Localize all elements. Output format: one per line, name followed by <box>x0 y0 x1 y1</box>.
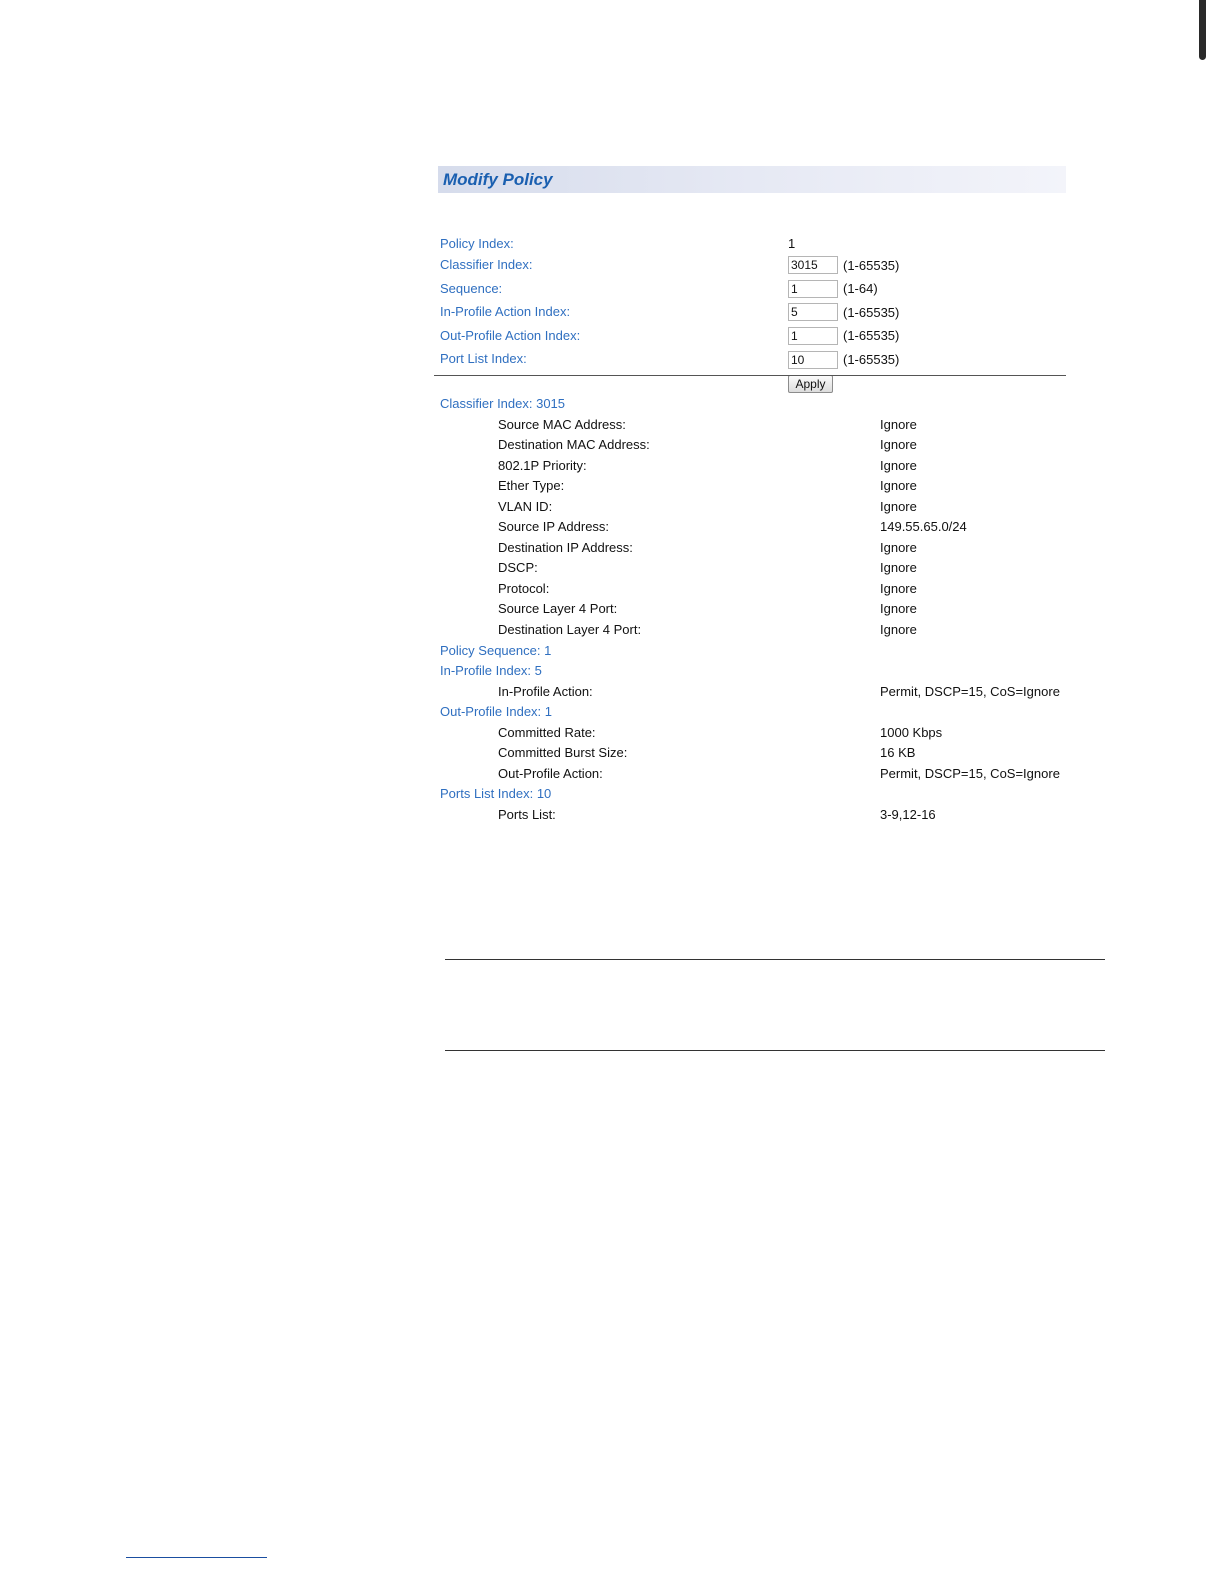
detail-value: Ignore <box>880 457 917 473</box>
detail-row: Protocol: Ignore <box>440 580 1066 601</box>
out-profile-index-header: Out-Profile Index: 1 <box>440 704 552 720</box>
detail-value: Ignore <box>880 622 917 638</box>
detail-key: Committed Burst Size: <box>498 745 628 761</box>
detail-key: DSCP: <box>498 560 538 576</box>
page-edge-tab <box>1199 0 1206 60</box>
out-profile-action-index-range: (1-65535) <box>843 328 900 343</box>
policy-index-value: 1 <box>788 236 796 251</box>
port-list-index-label: Port List Index: <box>440 351 527 366</box>
sequence-label: Sequence: <box>440 281 503 296</box>
detail-row: Ether Type: Ignore <box>440 477 1066 498</box>
ports-list-index-header: Ports List Index: 10 <box>440 786 552 802</box>
classifier-index-range: (1-65535) <box>843 258 900 273</box>
port-list-index-input[interactable] <box>788 351 838 369</box>
note-bottom-rule <box>445 1050 1105 1051</box>
detail-value: Ignore <box>880 560 917 576</box>
modify-policy-panel: Modify Policy Policy Index: 1 Classifier… <box>434 166 1066 822</box>
detail-value: Ignore <box>880 580 917 596</box>
detail-value: 149.55.65.0/24 <box>880 519 967 535</box>
policy-sequence-header: Policy Sequence: 1 <box>440 642 552 658</box>
detail-value: Ignore <box>880 498 917 514</box>
policy-index-label: Policy Index: <box>440 236 514 251</box>
detail-row: VLAN ID: Ignore <box>440 498 1066 519</box>
policy-details: Classifier Index: 3015 Source MAC Addres… <box>440 395 1066 826</box>
detail-key: Ether Type: <box>498 478 565 494</box>
out-profile-action-index-label: Out-Profile Action Index: <box>440 328 581 343</box>
detail-value: 3-9,12-16 <box>880 806 936 822</box>
detail-key: In-Profile Action: <box>498 683 593 699</box>
detail-key: Destination Layer 4 Port: <box>498 622 642 638</box>
detail-row: Destination IP Address: Ignore <box>440 539 1066 560</box>
in-profile-action-index-range: (1-65535) <box>843 305 900 320</box>
detail-key: Destination IP Address: <box>498 539 633 555</box>
detail-row: Ports List: 3-9,12-16 <box>440 806 1066 827</box>
classifier-index-input[interactable] <box>788 256 838 274</box>
out-profile-action-index-input[interactable] <box>788 327 838 345</box>
detail-value: Ignore <box>880 539 917 555</box>
detail-value: Ignore <box>880 416 917 432</box>
detail-row: Committed Rate: 1000 Kbps <box>440 724 1066 745</box>
section-divider <box>434 375 1066 376</box>
detail-value: Ignore <box>880 601 917 617</box>
detail-value: Permit, DSCP=15, CoS=Ignore <box>880 765 1060 781</box>
classifier-index-header: Classifier Index: 3015 <box>440 396 566 411</box>
in-profile-action-index-input[interactable] <box>788 303 838 321</box>
detail-key: Committed Rate: <box>498 724 596 740</box>
footer-link-underline <box>126 1557 267 1558</box>
note-top-rule <box>445 959 1105 960</box>
sequence-range: (1-64) <box>843 281 878 296</box>
panel-title: Modify Policy <box>438 166 1066 193</box>
detail-value: 16 KB <box>880 745 916 761</box>
apply-button[interactable]: Apply <box>788 375 833 393</box>
in-profile-index-header: In-Profile Index: 5 <box>440 663 542 679</box>
detail-key: Source Layer 4 Port: <box>498 601 618 617</box>
in-profile-action-index-label: In-Profile Action Index: <box>440 304 571 319</box>
detail-row: Source IP Address: 149.55.65.0/24 <box>440 518 1066 539</box>
detail-row: Committed Burst Size: 16 KB <box>440 744 1066 765</box>
classifier-index-label: Classifier Index: <box>440 257 533 272</box>
sequence-input[interactable] <box>788 280 838 298</box>
detail-value: 1000 Kbps <box>880 724 943 740</box>
modify-policy-form: Policy Index: 1 Classifier Index: (1-655… <box>434 193 1066 393</box>
detail-row: Source Layer 4 Port: Ignore <box>440 600 1066 621</box>
detail-value: Ignore <box>880 478 917 494</box>
detail-key: Source MAC Address: <box>498 416 626 432</box>
detail-key: Ports List: <box>498 806 556 822</box>
detail-key: 802.1P Priority: <box>498 457 587 473</box>
detail-row: Destination MAC Address: Ignore <box>440 436 1066 457</box>
detail-key: Out-Profile Action: <box>498 765 603 781</box>
detail-row: In-Profile Action: Permit, DSCP=15, CoS=I… <box>440 683 1066 704</box>
detail-key: Protocol: <box>498 580 550 596</box>
detail-key: Destination MAC Address: <box>498 437 650 453</box>
detail-key: VLAN ID: <box>498 498 553 514</box>
detail-value: Permit, DSCP=15, CoS=Ignore <box>880 683 1060 699</box>
detail-row: DSCP: Ignore <box>440 559 1066 580</box>
detail-value: Ignore <box>880 437 917 453</box>
detail-row: Source MAC Address: Ignore <box>440 416 1066 437</box>
classifier-rows: Source MAC Address: Ignore Destination MA… <box>440 416 1066 642</box>
detail-row: Destination Layer 4 Port: Ignore <box>440 621 1066 642</box>
port-list-index-range: (1-65535) <box>843 352 900 367</box>
detail-row: Out-Profile Action: Permit, DSCP=15, CoS=… <box>440 765 1066 786</box>
detail-key: Source IP Address: <box>498 519 610 535</box>
detail-row: 802.1P Priority: Ignore <box>440 457 1066 478</box>
